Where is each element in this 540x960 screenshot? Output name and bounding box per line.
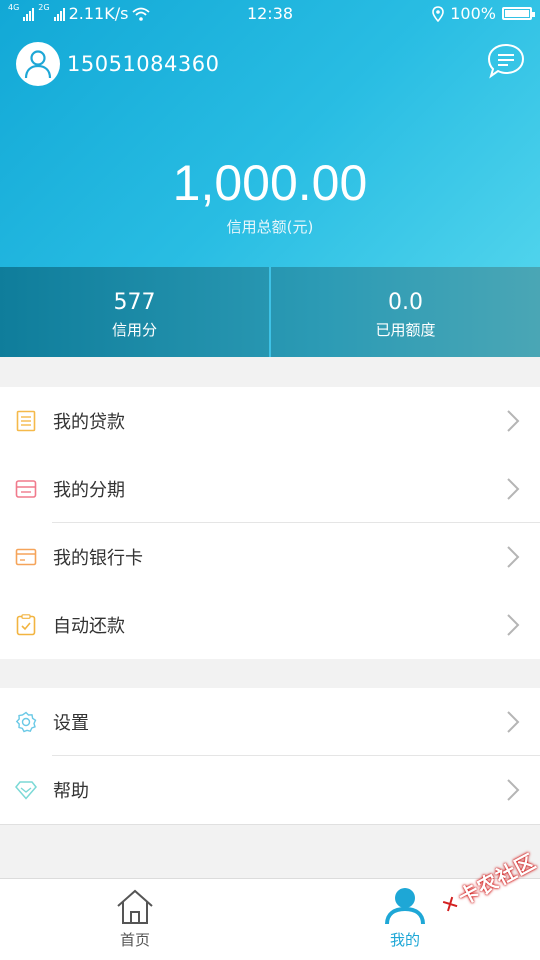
- menu-item-my-loans[interactable]: 我的贷款: [0, 387, 540, 455]
- installment-icon: [15, 478, 37, 500]
- chevron-right-icon: [507, 711, 520, 733]
- credit-total-label: 信用总额(元): [226, 218, 314, 236]
- chevron-right-icon: [507, 614, 520, 636]
- chevron-right-icon: [507, 779, 520, 801]
- menu-item-label: 我的贷款: [53, 412, 125, 433]
- tab-mine-label: 我的: [389, 931, 420, 949]
- user-solid-icon: [385, 888, 425, 925]
- chevron-right-icon: [507, 410, 520, 432]
- menu-item-my-bank-cards[interactable]: 我的银行卡: [0, 523, 540, 591]
- credit-score-stat[interactable]: 577 信用分: [0, 267, 269, 357]
- menu-item-label: 帮助: [53, 781, 89, 802]
- credit-total-amount: 1,000.00: [172, 155, 368, 211]
- avatar[interactable]: [16, 42, 60, 86]
- profile-header: 4G 2G 2.11K/s 12:38 100% 15051084360 1,0…: [0, 0, 540, 268]
- bank-card-icon: [15, 546, 37, 568]
- tab-home-label: 首页: [119, 931, 150, 949]
- message-icon[interactable]: [486, 42, 526, 80]
- user-phone[interactable]: 15051084360: [67, 52, 219, 76]
- used-credit-stat[interactable]: 0.0 已用额度: [269, 267, 540, 357]
- menu-group-finance: 我的贷款 我的分期 我的银行卡 自动还款: [0, 387, 540, 659]
- status-right: 100%: [432, 4, 535, 23]
- tab-home[interactable]: 首页: [75, 889, 195, 950]
- battery-icon: [502, 7, 535, 20]
- chevron-right-icon: [507, 546, 520, 568]
- stats-strip: 577 信用分 0.0 已用额度: [0, 267, 540, 357]
- menu-group-general: 设置 帮助: [0, 688, 540, 825]
- used-credit-value: 0.0: [388, 290, 423, 315]
- menu-item-label: 我的分期: [53, 480, 125, 501]
- location-icon: [432, 5, 445, 22]
- chevron-right-icon: [507, 478, 520, 500]
- menu-item-auto-repay[interactable]: 自动还款: [0, 591, 540, 659]
- menu-item-label: 自动还款: [53, 616, 125, 637]
- auto-repay-icon: [15, 614, 37, 636]
- gear-icon: [15, 711, 37, 733]
- credit-score-label: 信用分: [111, 321, 157, 339]
- battery-percent: 100%: [450, 4, 496, 23]
- menu-item-label: 我的银行卡: [53, 548, 143, 569]
- credit-score-value: 577: [113, 290, 156, 315]
- home-icon: [117, 889, 153, 924]
- help-diamond-icon: [15, 779, 37, 801]
- menu-item-label: 设置: [53, 713, 89, 734]
- used-credit-label: 已用额度: [375, 321, 436, 339]
- menu-item-my-installments[interactable]: 我的分期: [0, 455, 540, 523]
- user-icon: [24, 50, 52, 79]
- loan-list-icon: [15, 410, 37, 432]
- status-bar: 4G 2G 2.11K/s 12:38 100%: [0, 0, 540, 28]
- menu-item-help[interactable]: 帮助: [0, 756, 540, 824]
- menu-item-settings[interactable]: 设置: [0, 688, 540, 756]
